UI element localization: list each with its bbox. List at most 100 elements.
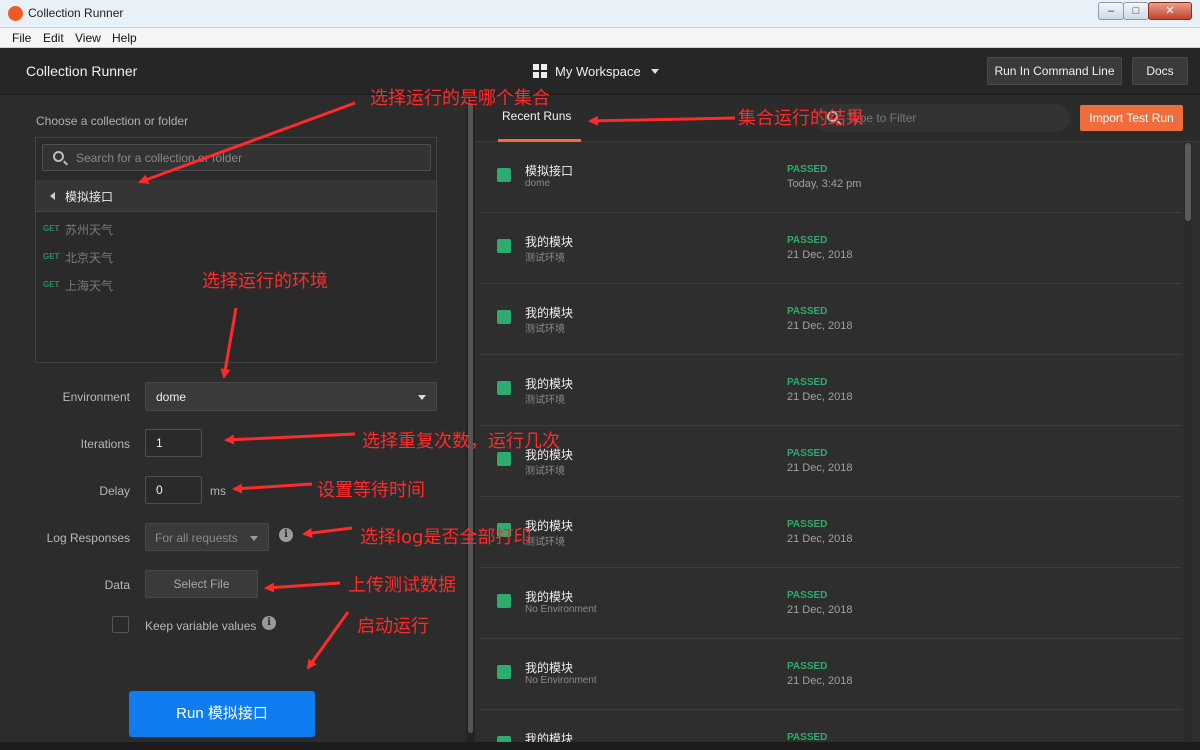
run-date: 21 Dec, 2018 — [787, 462, 853, 474]
menu-file[interactable]: File — [12, 31, 31, 45]
minimize-button[interactable]: – — [1098, 2, 1124, 20]
chevron-down-icon — [250, 536, 258, 541]
collection-browser: 模拟接口 GET 苏州天气 GET 北京天气 GET 上海天气 — [35, 137, 437, 363]
window-title: Collection Runner — [28, 6, 124, 20]
run-row[interactable]: 我的模块 测试环境 PASSED 21 Dec, 2018 — [479, 426, 1182, 497]
run-collection-name: 我的模块 — [525, 519, 574, 533]
run-date: 21 Dec, 2018 — [787, 604, 853, 616]
run-row[interactable]: 我的模块 测试环境 PASSED 21 Dec, 2018 — [479, 355, 1182, 426]
run-row[interactable]: 模拟接口 dome PASSED Today, 3:42 pm — [479, 142, 1182, 213]
annotation-data: 上传测试数据 — [348, 575, 456, 596]
grid-icon — [533, 64, 547, 78]
recent-runs-pane: Recent Runs Import Test Run 模拟接口dome PASS… — [476, 95, 1200, 750]
run-date: 21 Dec, 2018 — [787, 249, 853, 261]
run-collection-name: 我的模块 — [525, 235, 574, 249]
run-status-badge: PASSED — [787, 164, 828, 175]
annotation-results: 集合运行的结果 — [738, 108, 864, 129]
log-responses-select[interactable]: For all requests — [145, 523, 269, 551]
run-date: 21 Dec, 2018 — [787, 320, 853, 332]
status-indicator — [497, 168, 511, 182]
run-row[interactable]: 我的模块测试环境 PASSED 21 Dec, 2018 — [479, 213, 1182, 284]
status-indicator — [497, 452, 511, 466]
app-header: Collection Runner My Workspace Run In Co… — [0, 48, 1200, 95]
run-row[interactable]: 我的模块 No Environment PASSED 21 Dec, 2018 — [479, 568, 1182, 639]
collection-search[interactable] — [42, 144, 431, 171]
keep-variable-values-label: Keep variable values — [145, 619, 257, 633]
run-collection-name: 我的模块 — [525, 377, 574, 391]
run-environment: No Environment — [525, 604, 597, 615]
info-icon[interactable]: i — [279, 528, 293, 542]
environment-value: dome — [156, 390, 187, 404]
run-environment: 测试环境 — [525, 253, 565, 264]
status-indicator — [497, 239, 511, 253]
status-indicator — [497, 665, 511, 679]
run-environment: No Environment — [525, 675, 597, 686]
menu-view[interactable]: View — [75, 31, 101, 45]
run-status-badge: PASSED — [787, 306, 828, 317]
menu-help[interactable]: Help — [112, 31, 137, 45]
run-row[interactable]: 我的模块 No Environment PASSED 21 Dec, 2018 — [479, 639, 1182, 710]
close-button[interactable]: ✕ — [1148, 2, 1192, 20]
status-indicator — [497, 594, 511, 608]
right-scrollbar[interactable] — [1184, 143, 1192, 743]
method-badge: GET — [43, 252, 60, 261]
run-collection-name: 模拟接口 — [525, 164, 574, 178]
run-status-badge: PASSED — [787, 377, 828, 388]
run-environment: dome — [525, 178, 551, 189]
filter-input[interactable] — [847, 110, 1057, 126]
run-date: Today, 3:42 pm — [787, 178, 862, 190]
run-collection-name: 我的模块 — [525, 661, 574, 675]
tab-recent-runs[interactable]: Recent Runs — [502, 109, 571, 123]
select-file-button[interactable]: Select File — [145, 570, 258, 598]
environment-label: Environment — [62, 390, 130, 404]
delay-unit-label: ms — [210, 484, 226, 498]
run-collection-name: 我的模块 — [525, 590, 574, 604]
window-titlebar: Collection Runner – □ ✕ — [0, 0, 1200, 28]
recent-runs-list: 模拟接口 dome PASSED Today, 3:42 pm 我的模块 测试环境 PASS… — [479, 142, 1182, 750]
annotation-delay: 设置等待时间 — [317, 480, 425, 501]
docs-button[interactable]: Docs — [1132, 57, 1188, 85]
delay-input[interactable] — [145, 476, 202, 504]
request-name: 北京天气 — [65, 251, 114, 265]
iterations-input[interactable] — [145, 429, 202, 457]
log-responses-value: For all requests — [155, 531, 238, 545]
back-arrow-icon[interactable] — [50, 192, 55, 200]
run-row[interactable]: 我的模块 测试环境 PASSED 21 Dec, 2018 — [479, 497, 1182, 568]
run-status-badge: PASSED — [787, 235, 828, 246]
annotation-environment: 选择运行的环境 — [202, 271, 328, 292]
annotation-collection: 选择运行的是哪个集合 — [370, 88, 550, 109]
menu-edit[interactable]: Edit — [43, 31, 64, 45]
log-responses-label: Log Responses — [46, 531, 130, 545]
maximize-button[interactable]: □ — [1123, 2, 1149, 20]
info-icon[interactable]: i — [262, 616, 276, 630]
runner-config-pane: Choose a collection or folder 模拟接口 GET 苏… — [0, 95, 470, 750]
run-status-badge: PASSED — [787, 590, 828, 601]
menu-bar: File Edit View Help — [0, 28, 1200, 48]
import-test-run-button[interactable]: Import Test Run — [1080, 105, 1183, 131]
keep-variable-values-checkbox[interactable] — [112, 616, 129, 633]
workspace-label: My Workspace — [555, 63, 641, 79]
selected-collection-name: 模拟接口 — [65, 190, 114, 204]
selected-collection-row[interactable]: 模拟接口 — [36, 180, 436, 212]
annotation-iterations: 选择重复次数，运行几次 — [362, 431, 560, 452]
iterations-label: Iterations — [80, 437, 130, 451]
environment-select[interactable]: dome — [145, 382, 437, 411]
workspace-switcher[interactable]: My Workspace — [533, 61, 659, 81]
run-in-command-line-button[interactable]: Run In Command Line — [987, 57, 1122, 85]
collection-runner-window: Collection Runner – □ ✕ File Edit View H… — [0, 0, 1200, 750]
annotation-log: 选择log是否全部打印 — [360, 527, 532, 548]
run-date: 21 Dec, 2018 — [787, 533, 853, 545]
run-collection-button[interactable]: Run 模拟接口 — [129, 691, 315, 737]
run-environment: 测试环境 — [525, 466, 565, 477]
run-date: 21 Dec, 2018 — [787, 675, 853, 687]
request-name: 上海天气 — [65, 279, 114, 293]
run-date: 21 Dec, 2018 — [787, 391, 853, 403]
run-row[interactable]: 我的模块 测试环境 PASSED 21 Dec, 2018 — [479, 284, 1182, 355]
left-scrollbar[interactable] — [466, 95, 475, 742]
collection-search-input[interactable] — [76, 149, 416, 167]
chevron-down-icon — [418, 395, 426, 400]
data-label: Data — [104, 578, 130, 592]
run-status-badge: PASSED — [787, 519, 828, 530]
run-status-badge: PASSED — [787, 448, 828, 459]
app-title: Collection Runner — [26, 63, 138, 79]
